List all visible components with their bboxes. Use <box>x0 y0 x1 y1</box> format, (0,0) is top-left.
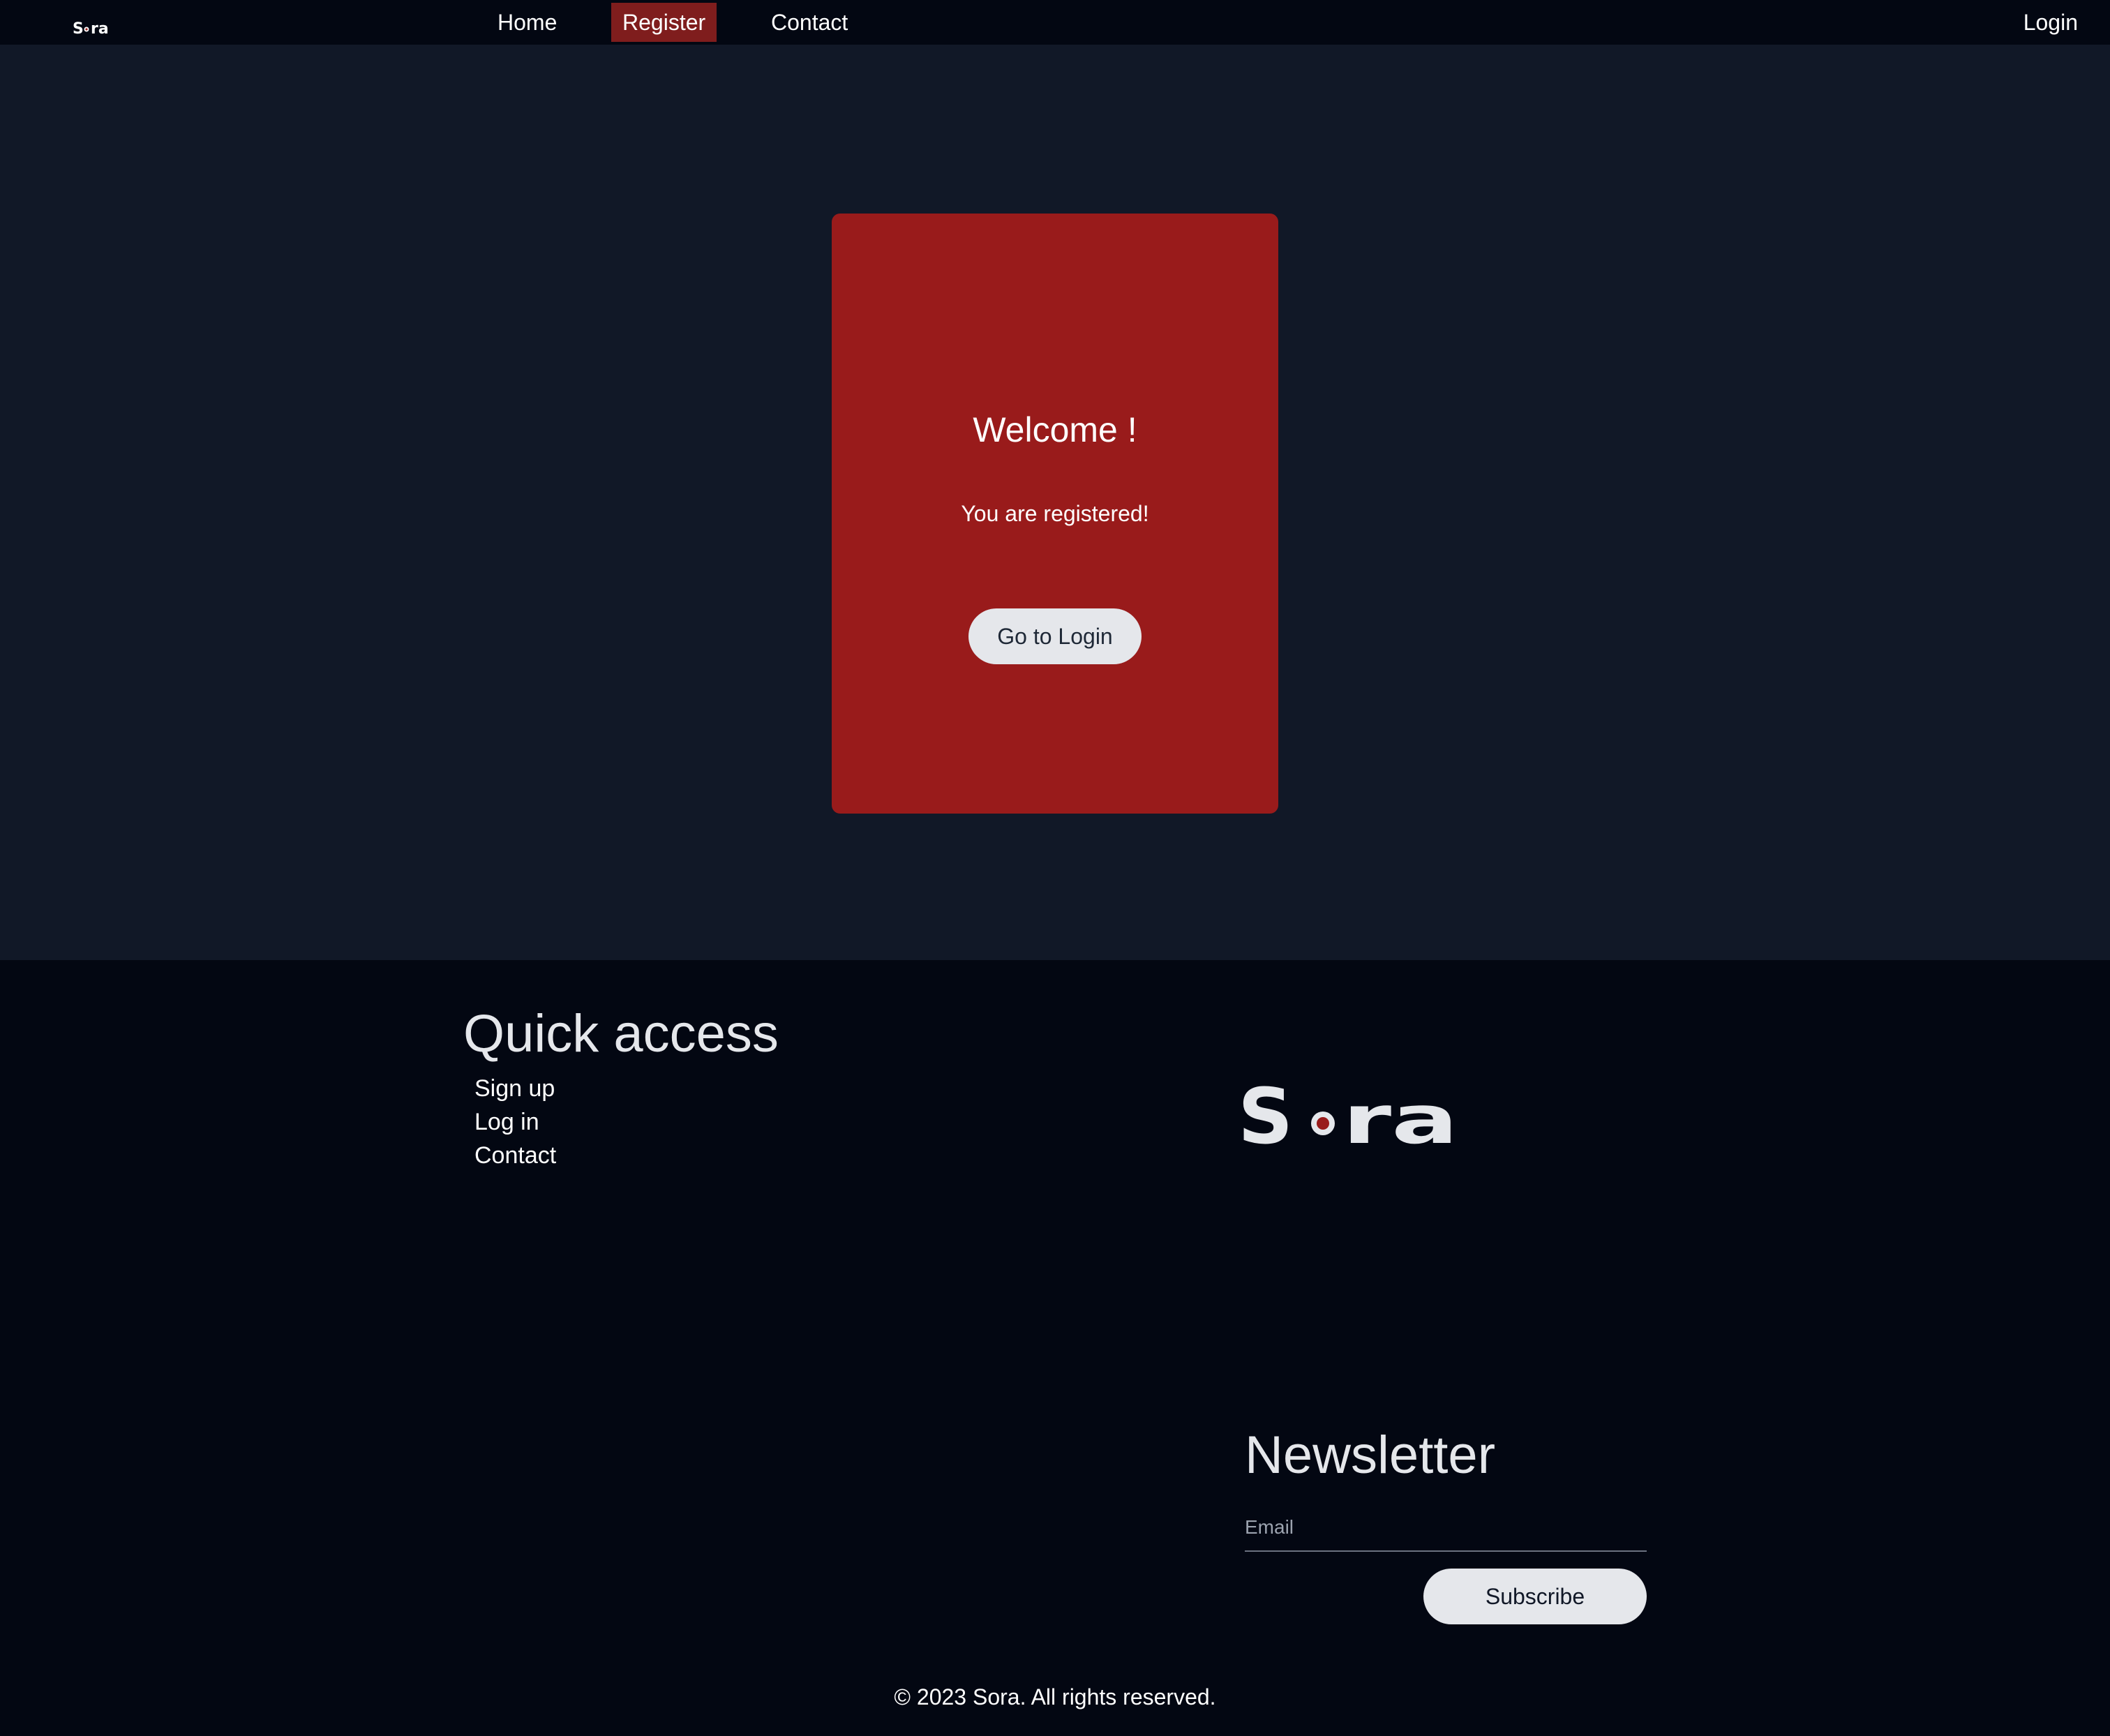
quick-link-sign-up[interactable]: Sign up <box>474 1072 556 1105</box>
newsletter-heading: Newsletter <box>1245 1426 1495 1485</box>
svg-text:ra: ra <box>1342 1086 1458 1155</box>
quick-link-contact[interactable]: Contact <box>474 1139 556 1172</box>
nav-home-link[interactable]: Home <box>486 3 568 42</box>
go-to-login-button[interactable]: Go to Login <box>968 608 1142 664</box>
quick-link-log-in[interactable]: Log in <box>474 1105 556 1139</box>
footer-sora-logo-graphic: S ra <box>1238 1072 1458 1161</box>
main-content: Welcome ! You are registered! Go to Logi… <box>0 45 2110 960</box>
registration-success-card: Welcome ! You are registered! Go to Logi… <box>832 214 1278 814</box>
svg-text:S: S <box>1238 1086 1293 1155</box>
footer-sora-logo: S ra <box>1238 1072 1468 1161</box>
quick-access-list: Sign up Log in Contact <box>474 1072 556 1172</box>
svg-text:ra: ra <box>91 20 109 36</box>
svg-text:S: S <box>73 20 84 36</box>
welcome-heading: Welcome ! <box>973 410 1137 449</box>
sora-logo-graphic: S ra <box>73 20 109 36</box>
copyright-text: © 2023 Sora. All rights reserved. <box>894 1684 1216 1709</box>
nav-login-link[interactable]: Login <box>2012 3 2089 42</box>
subscribe-button[interactable]: Subscribe <box>1423 1569 1647 1624</box>
sora-logo[interactable]: S ra <box>73 18 128 38</box>
newsletter-email-input[interactable] <box>1245 1504 1647 1552</box>
footer: Quick access Sign up Log in Contact S ra… <box>0 960 2110 1736</box>
nav-contact-link[interactable]: Contact <box>760 3 859 42</box>
quick-access-heading: Quick access <box>463 1004 779 1063</box>
top-navigation: S ra Home Register Contact Login <box>0 0 2110 45</box>
registered-message: You are registered! <box>961 501 1149 526</box>
nav-register-link[interactable]: Register <box>611 3 717 42</box>
